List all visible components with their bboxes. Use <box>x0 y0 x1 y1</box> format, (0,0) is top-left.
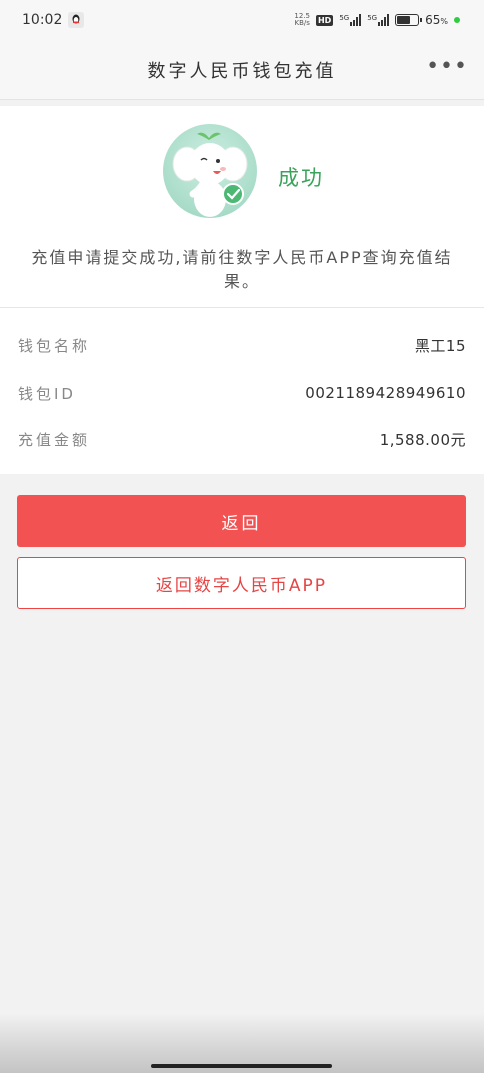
qq-notification-icon <box>68 12 85 28</box>
status-right: 12.5 KB/s HD 5G 5G 65% <box>294 13 460 27</box>
signal-5g-label-2: 5G <box>367 14 378 22</box>
wallet-info-list: 钱包名称 黑工15 钱包ID 0021189428949610 充值金额 1,5… <box>0 308 484 474</box>
battery-icon <box>395 14 423 26</box>
battery-value: 65 <box>425 13 441 27</box>
battery-unit: % <box>440 17 448 26</box>
result-card: 成功 充值申请提交成功,请前往数字人民币APP查询充值结果。 <box>0 106 484 308</box>
signal-bars-icon <box>350 14 362 26</box>
elephant-mascot-icon <box>172 132 248 217</box>
back-to-app-button[interactable]: 返回数字人民币APP <box>17 557 466 609</box>
success-status: 成功 <box>278 166 324 190</box>
info-label: 充值金额 <box>18 430 91 449</box>
signal-5g-label-1: 5G <box>339 14 350 22</box>
mascot-illustration <box>163 124 257 218</box>
info-row-wallet-id: 钱包ID 0021189428949610 <box>0 378 484 408</box>
status-left: 10:02 <box>22 12 85 28</box>
net-speed-unit: KB/s <box>294 19 310 27</box>
info-value: 1,588.00元 <box>379 430 466 449</box>
more-options-button[interactable]: ••• <box>426 56 468 78</box>
info-value: 0021189428949610 <box>305 384 466 402</box>
back-button[interactable]: 返回 <box>17 495 466 547</box>
status-bar: 10:02 12.5 KB/s HD 5G 5G 65% <box>0 0 484 40</box>
signal-5g-2: 5G <box>367 14 390 26</box>
info-value: 黑工15 <box>414 336 466 355</box>
nav-bar: 数字人民币钱包充值 ••• <box>0 40 484 100</box>
page-title: 数字人民币钱包充值 <box>147 60 337 82</box>
signal-5g-1: 5G <box>339 14 362 26</box>
info-row-wallet-name: 钱包名称 黑工15 <box>0 330 484 360</box>
info-label: 钱包ID <box>18 384 76 403</box>
status-time: 10:02 <box>22 12 63 28</box>
battery-percent: 65% <box>425 13 448 27</box>
info-label: 钱包名称 <box>18 336 91 355</box>
info-row-amount: 充值金额 1,588.00元 <box>0 424 484 454</box>
battery-level <box>397 16 411 24</box>
result-description: 充值申请提交成功,请前往数字人民币APP查询充值结果。 <box>31 248 453 291</box>
net-speed: 12.5 KB/s <box>294 13 310 27</box>
privacy-indicator-dot <box>454 17 460 23</box>
signal-bars-icon <box>378 14 390 26</box>
home-indicator[interactable] <box>151 1064 332 1068</box>
hd-badge: HD <box>315 14 334 26</box>
